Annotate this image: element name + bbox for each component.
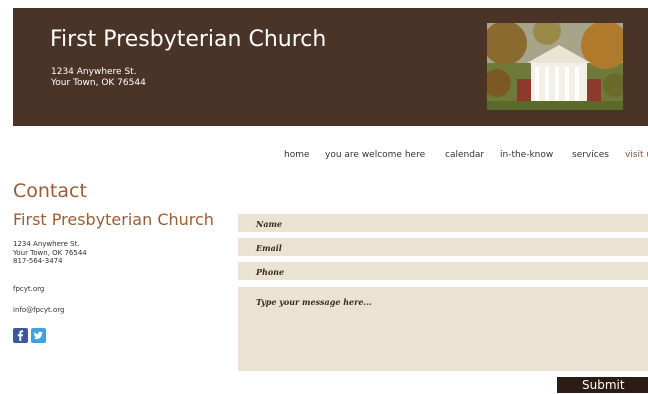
message-placeholder: Type your message here... xyxy=(256,297,372,307)
header-address-line2: Your Town, OK 76544 xyxy=(51,78,146,88)
email-placeholder: Email xyxy=(256,243,282,253)
submit-button[interactable]: Submit xyxy=(557,377,648,393)
site-title[interactable]: First Presbyterian Church xyxy=(50,27,326,52)
header-address-line1: 1234 Anywhere St. xyxy=(51,67,137,77)
contact-address-line2: Your Town, OK 76544 xyxy=(13,248,87,257)
header-address: 1234 Anywhere St. Your Town, OK 76544 xyxy=(51,67,146,89)
nav-in-the-know[interactable]: in-the-know xyxy=(500,150,553,160)
nav-home[interactable]: home xyxy=(284,150,310,160)
phone-field[interactable]: Phone xyxy=(238,262,648,280)
contact-address: 1234 Anywhere St. Your Town, OK 76544 81… xyxy=(13,240,87,266)
nav-services[interactable]: services xyxy=(572,150,609,160)
name-field[interactable]: Name xyxy=(238,214,648,232)
nav-calendar[interactable]: calendar xyxy=(445,150,484,160)
email-field[interactable]: Email xyxy=(238,238,648,256)
name-placeholder: Name xyxy=(256,219,283,229)
church-photo xyxy=(487,23,623,110)
nav-visit-us[interactable]: visit us xyxy=(625,150,648,160)
site-header: First Presbyterian Church 1234 Anywhere … xyxy=(13,8,648,126)
phone-placeholder: Phone xyxy=(256,267,285,277)
contact-heading: Contact xyxy=(13,180,87,202)
nav-you-are-welcome[interactable]: you are welcome here xyxy=(325,150,425,160)
contact-phone[interactable]: 817-564-3474 xyxy=(13,257,87,266)
contact-email[interactable]: info@fpcyt.org xyxy=(13,306,64,315)
org-name: First Presbyterian Church xyxy=(13,210,214,229)
message-field[interactable]: Type your message here... xyxy=(238,287,648,371)
facebook-icon[interactable] xyxy=(13,328,28,343)
contact-address-line1: 1234 Anywhere St. xyxy=(13,240,80,248)
twitter-icon[interactable] xyxy=(31,328,46,343)
contact-website[interactable]: fpcyt.org xyxy=(13,285,44,294)
